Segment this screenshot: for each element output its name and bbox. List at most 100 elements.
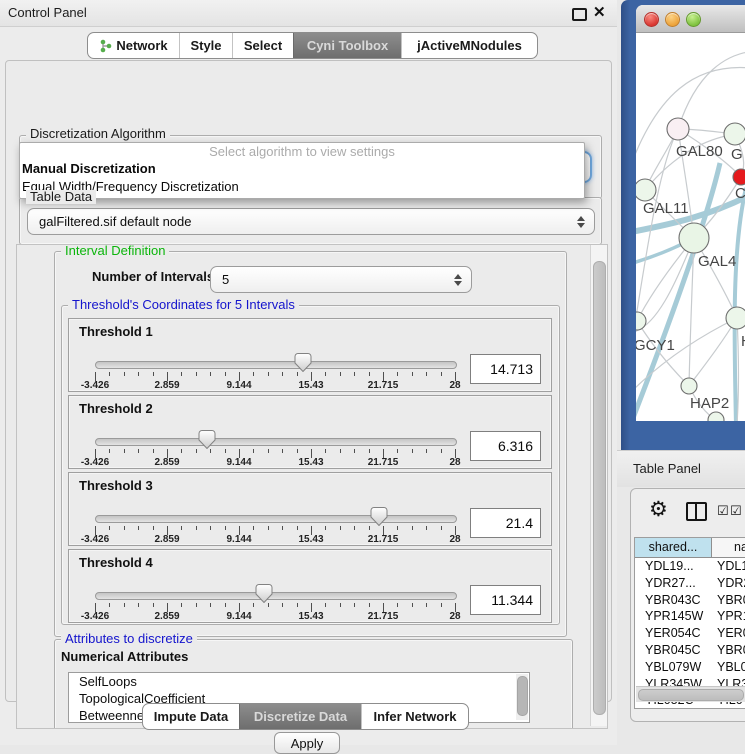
close-icon[interactable]: ✕ bbox=[593, 0, 606, 26]
control-panel: Control Panel ✕ Network Style Select Cyn… bbox=[0, 0, 617, 745]
number-of-intervals-combobox[interactable]: 5 bbox=[210, 266, 472, 293]
combo-arrows-icon bbox=[454, 273, 462, 287]
table-data-combobox[interactable]: galFiltered.sif default node bbox=[27, 208, 595, 235]
cell-name: YBL0 bbox=[717, 659, 745, 676]
tab-label: Infer Network bbox=[373, 709, 456, 724]
table-row[interactable]: YDL19...YDL1 bbox=[635, 558, 745, 575]
axis-tick-labels: -3.4262.8599.14415.4321.71528 bbox=[95, 380, 455, 391]
threshold-value-field[interactable] bbox=[470, 585, 541, 615]
threshold-value-field[interactable] bbox=[470, 508, 541, 538]
table-row[interactable]: YBR045CYBR0 bbox=[635, 642, 745, 659]
scrollbar-thumb[interactable] bbox=[638, 689, 744, 701]
panel-title: Control Panel bbox=[8, 0, 87, 26]
settings-scroll-area: Interval Definition Number of Intervals … bbox=[16, 244, 608, 729]
cyni-toolbox-panel: Discretization Algorithm Table Data galF… bbox=[5, 60, 612, 702]
column-header-shared-name[interactable]: shared... bbox=[635, 538, 712, 558]
axis-tick-labels: -3.4262.8599.14415.4321.71528 bbox=[95, 457, 455, 468]
tab-select[interactable]: Select bbox=[232, 33, 293, 58]
list-scrollbar[interactable] bbox=[516, 674, 528, 720]
network-canvas[interactable]: GAL80GCGAL11GAL4GCY1HHAP2 bbox=[636, 33, 745, 421]
network-node[interactable] bbox=[636, 312, 646, 330]
table-panel-titlebar: Table Panel bbox=[617, 450, 745, 487]
table-row[interactable]: YBL079W YBL0 bbox=[635, 659, 745, 676]
attributes-group-title: Attributes to discretize bbox=[61, 632, 197, 646]
interval-definition-title: Interval Definition bbox=[61, 244, 169, 258]
close-traffic-light-icon[interactable] bbox=[644, 12, 659, 27]
node-label: GAL11 bbox=[643, 200, 689, 217]
threshold-slider[interactable]: -3.4262.8599.14415.4321.71528 bbox=[95, 319, 455, 391]
column-header-name[interactable]: na bbox=[712, 538, 745, 558]
axis-tick-labels: -3.4262.8599.14415.4321.71528 bbox=[95, 611, 455, 622]
slider-track[interactable] bbox=[95, 361, 457, 369]
threshold-value-field[interactable] bbox=[470, 431, 541, 461]
attribute-list-item[interactable]: SelfLoops bbox=[69, 673, 529, 690]
table-row[interactable]: YPR145WYPR1 bbox=[635, 608, 745, 625]
network-node[interactable] bbox=[724, 123, 745, 145]
tab-label: Select bbox=[244, 38, 282, 53]
float-window-icon[interactable] bbox=[572, 8, 587, 21]
node-label: GAL4 bbox=[698, 253, 736, 270]
slider-thumb-icon[interactable] bbox=[256, 584, 273, 603]
minimize-traffic-light-icon[interactable] bbox=[665, 12, 680, 27]
slider-thumb-icon[interactable] bbox=[198, 430, 215, 449]
numerical-attributes-label: Numerical Attributes bbox=[61, 649, 188, 664]
network-node[interactable] bbox=[726, 307, 745, 329]
slider-track[interactable] bbox=[95, 515, 457, 523]
scrollbar-thumb[interactable] bbox=[517, 676, 528, 716]
cell-name: YDR2 bbox=[717, 575, 745, 592]
table-row[interactable]: YBR043CYBR0 bbox=[635, 592, 745, 609]
slider-thumb-icon[interactable] bbox=[371, 507, 388, 526]
discretization-algorithm-title: Discretization Algorithm bbox=[26, 127, 170, 141]
dropdown-option-manual-discretization[interactable]: Manual Discretization bbox=[20, 160, 584, 178]
tab-network[interactable]: Network bbox=[88, 33, 179, 58]
split-view-icon[interactable] bbox=[686, 502, 707, 521]
node-label: H bbox=[741, 333, 745, 350]
gear-icon[interactable]: ⚙ bbox=[649, 497, 668, 521]
tab-impute-data[interactable]: Impute Data bbox=[143, 704, 239, 729]
tab-label: jActiveMNodules bbox=[417, 38, 522, 53]
tab-jactivemnodules[interactable]: jActiveMNodules bbox=[401, 33, 537, 58]
node-label: G bbox=[731, 146, 743, 163]
tab-style[interactable]: Style bbox=[179, 33, 232, 58]
network-node[interactable] bbox=[679, 223, 709, 253]
network-node[interactable] bbox=[733, 169, 745, 185]
network-node[interactable] bbox=[681, 378, 697, 394]
network-node[interactable] bbox=[708, 412, 724, 421]
thresholds-group-title: Threshold's Coordinates for 5 Intervals bbox=[68, 298, 299, 312]
settings-scrollbar[interactable] bbox=[590, 245, 607, 726]
tab-cyni-toolbox[interactable]: Cyni Toolbox bbox=[293, 33, 401, 58]
apply-button[interactable]: Apply bbox=[274, 732, 340, 754]
cell-shared-name: YBR045C bbox=[645, 642, 709, 659]
axis-tick-labels: -3.4262.8599.14415.4321.71528 bbox=[95, 534, 455, 545]
slider-track[interactable] bbox=[95, 438, 457, 446]
node-label: HAP2 bbox=[690, 395, 729, 412]
slider-thumb-icon[interactable] bbox=[294, 353, 311, 372]
algorithm-dropdown-popup: Select algorithm to view settings Manual… bbox=[19, 142, 585, 199]
threshold-slider[interactable]: -3.4262.8599.14415.4321.71528 bbox=[95, 550, 455, 622]
tab-label: Impute Data bbox=[154, 709, 228, 724]
node-attribute-table: shared... na YDL19...YDL1YDR27...YDR2YBR… bbox=[634, 537, 745, 709]
network-node[interactable] bbox=[667, 118, 689, 140]
zoom-traffic-light-icon[interactable] bbox=[686, 12, 701, 27]
number-of-intervals-label: Number of Intervals bbox=[92, 269, 214, 284]
tab-infer-network[interactable]: Infer Network bbox=[361, 704, 468, 729]
network-node[interactable] bbox=[636, 179, 656, 201]
table-row[interactable]: YER054CYER0 bbox=[635, 625, 745, 642]
cell-name: YBR0 bbox=[717, 592, 745, 609]
dropdown-option-equal-width-frequency[interactable]: Equal Width/Frequency Discretization bbox=[20, 178, 584, 196]
threshold-value-field[interactable] bbox=[470, 354, 541, 384]
threshold-slider[interactable]: -3.4262.8599.14415.4321.71528 bbox=[95, 473, 455, 545]
scrollbar-thumb[interactable] bbox=[593, 261, 606, 715]
cell-name: YDL1 bbox=[717, 558, 745, 575]
node-label: GCY1 bbox=[636, 337, 675, 354]
slider-track[interactable] bbox=[95, 592, 457, 600]
network-window-titlebar[interactable] bbox=[636, 5, 745, 33]
table-row[interactable]: YDR27...YDR2 bbox=[635, 575, 745, 592]
cell-shared-name: YBL079W bbox=[645, 659, 709, 676]
number-of-intervals-value: 5 bbox=[222, 267, 445, 292]
checkbox-icon[interactable]: ☑ bbox=[717, 504, 729, 519]
table-horizontal-scrollbar[interactable] bbox=[636, 686, 745, 702]
checkbox-icon[interactable]: ☑ bbox=[730, 504, 742, 519]
tab-discretize-data[interactable]: Discretize Data bbox=[239, 704, 361, 729]
threshold-slider[interactable]: -3.4262.8599.14415.4321.71528 bbox=[95, 396, 455, 468]
